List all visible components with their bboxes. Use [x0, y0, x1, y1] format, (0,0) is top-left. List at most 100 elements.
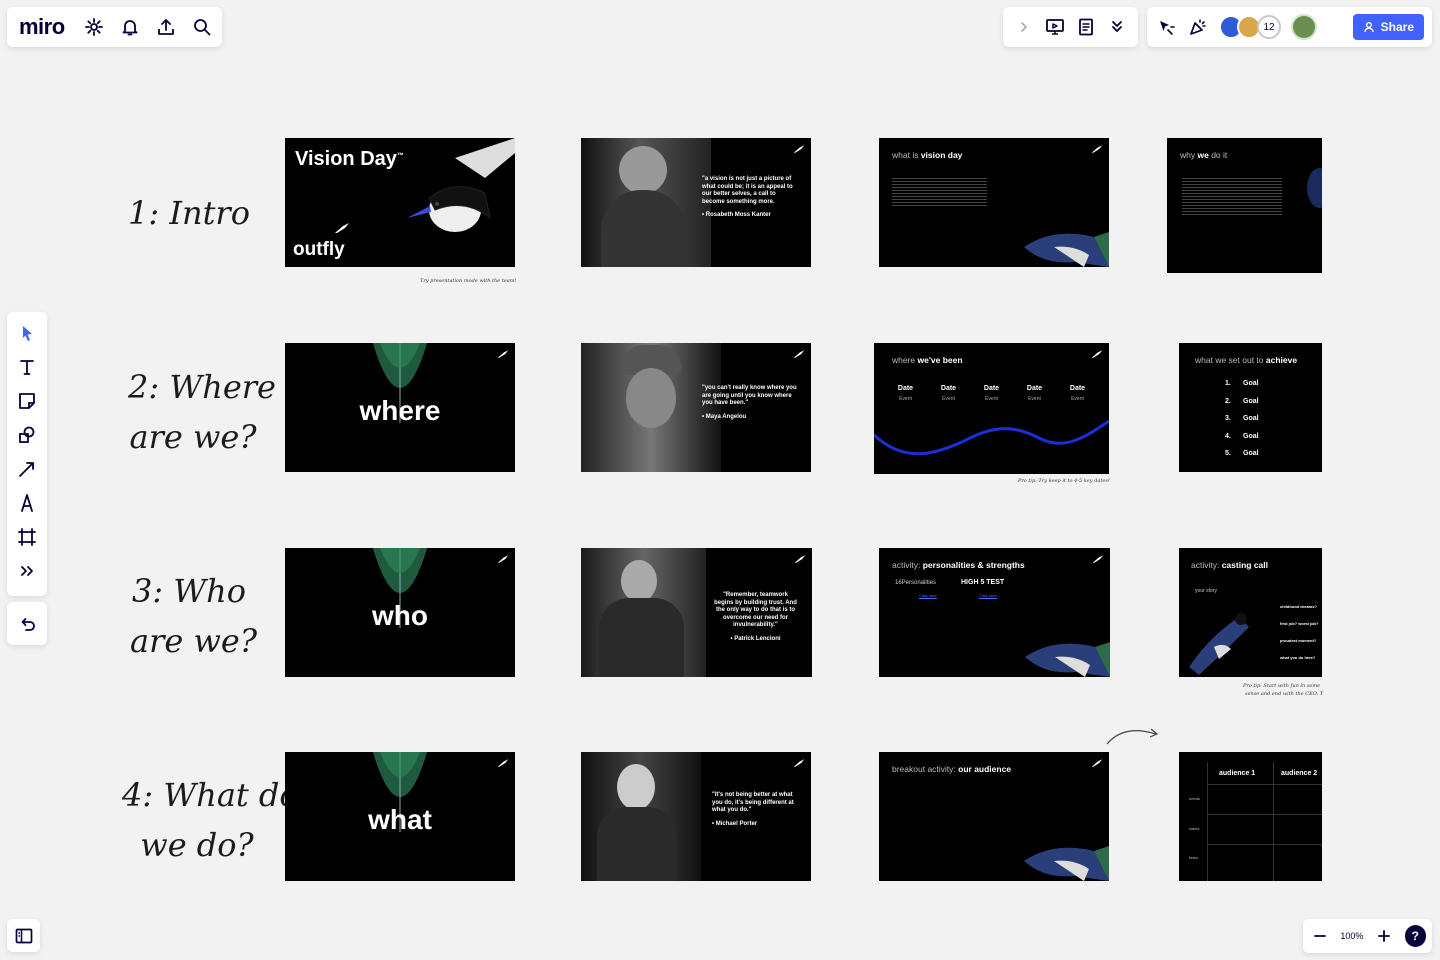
row-label-who[interactable]: 3: Who are we? [130, 566, 257, 666]
help-button[interactable]: ? [1404, 925, 1427, 947]
row-label: needs [1189, 796, 1200, 801]
slide-title: why we do it [1180, 150, 1227, 160]
zoom-in-plus-icon[interactable] [1373, 925, 1394, 947]
double-chevron-down-icon[interactable] [1106, 16, 1128, 38]
cursor-follow-icon[interactable] [1155, 16, 1177, 38]
slide-section-where[interactable]: where [285, 343, 515, 472]
export-upload-icon[interactable] [155, 16, 177, 38]
slide-section-what[interactable]: what [285, 752, 515, 881]
pen-draw-icon[interactable] [16, 492, 38, 514]
select-cursor-icon[interactable] [16, 322, 38, 344]
presentation-icon[interactable] [1044, 16, 1066, 38]
goal-number: 4. [1225, 432, 1231, 440]
title-prefix: why [1180, 150, 1198, 160]
magpie-logo-icon [794, 555, 806, 563]
link-high5[interactable]: Click here [979, 593, 997, 598]
connection-line-icon[interactable] [16, 458, 38, 480]
quote-text: "Remember, teamwork begins by building t… [714, 592, 797, 628]
curved-arrow-connector[interactable] [1104, 724, 1164, 748]
slide-activity-casting-call[interactable]: activity: casting call your story childh… [1179, 548, 1322, 677]
table-divider [1207, 814, 1322, 815]
goal-item: 4. Goal [1225, 428, 1259, 446]
collaborator-avatars[interactable]: 12 [1219, 15, 1281, 39]
sticky-note-icon[interactable] [16, 390, 38, 412]
speaker-face [626, 368, 676, 428]
slide-quote-porter[interactable]: "It's not being better at what you do, i… [581, 752, 811, 881]
miro-logo[interactable]: miro [19, 14, 65, 40]
sticky-note-text[interactable]: Try presentation mode with the team! [420, 278, 517, 284]
sticky-note-text[interactable]: Pro tip: Try keep it to 4-5 key dates! [1018, 478, 1110, 484]
goals-list: 1. Goal 2. Goal 3. Goal 4. Goal 5. Goal [1225, 375, 1259, 463]
slide-why-we-do-it[interactable]: why we do it [1167, 138, 1322, 273]
slide-audience-table[interactable]: audience 1 audience 2 needs wants fears [1179, 752, 1322, 881]
row-label-intro[interactable]: 1: Intro [128, 188, 250, 238]
collaborator-count-badge[interactable]: 12 [1257, 15, 1281, 39]
slide-what-is-vision-day[interactable]: what is vision day [879, 138, 1109, 267]
speaker-photo [581, 752, 701, 881]
goal-number: 3. [1225, 415, 1231, 422]
row-label-where[interactable]: 2: Where are we? [128, 362, 276, 462]
row-label-line: 2: Where [128, 368, 276, 406]
sidebar-toggle-icon[interactable] [13, 925, 35, 947]
shapes-icon[interactable] [16, 424, 38, 446]
board-panel-toggle[interactable] [7, 919, 40, 952]
row-label: fears [1189, 855, 1198, 860]
search-icon[interactable] [191, 16, 213, 38]
slide-quote-kanter[interactable]: "a vision is not just a picture of what … [581, 138, 811, 267]
sticky-note-text[interactable]: Pro tip: Start with fun in some [1243, 683, 1320, 689]
section-word: where [359, 394, 441, 426]
title-bold: vision day [920, 150, 963, 160]
slide-activity-personalities[interactable]: activity: personalities & strengths 16Pe… [879, 548, 1110, 677]
zoom-level[interactable]: 100% [1340, 931, 1363, 941]
title-prefix: activity: [892, 560, 923, 570]
quote-author: • Rosabeth Moss Kanter [702, 212, 771, 218]
goal-text: Goal [1243, 432, 1259, 440]
slide-section-who[interactable]: who [285, 548, 515, 677]
magpie-logo-icon [1091, 145, 1103, 153]
top-right-toolbar: 12 Share [1147, 7, 1432, 47]
goal-text: Goal [1243, 397, 1259, 405]
link-16personalities[interactable]: Click here [919, 593, 937, 598]
current-user-avatar[interactable] [1291, 14, 1317, 40]
question-item: childhood dreams? [1280, 604, 1317, 609]
zoom-out-minus-icon[interactable] [1309, 925, 1330, 947]
table-divider [1207, 784, 1322, 785]
zoom-controls: 100% ? [1303, 919, 1432, 953]
title-bold: we [1197, 150, 1209, 160]
slide-vision-day-cover[interactable]: Vision Day™ outfly [285, 138, 515, 267]
frame-icon[interactable] [16, 526, 38, 548]
goal-item: 5. Goal [1225, 445, 1259, 463]
row-label: wants [1189, 826, 1200, 831]
quote-author: • Patrick Lencioni [730, 635, 781, 642]
slide-where-weve-been[interactable]: where we've been Date Event Date Event Dat… [874, 343, 1109, 474]
slide-quote-lencioni[interactable]: "Remember, teamwork begins by building t… [581, 548, 812, 677]
quote-author: • Maya Angelou [702, 413, 747, 420]
speaker-silhouette [619, 146, 667, 194]
table-divider [1207, 844, 1322, 845]
column-header: audience 1 [1219, 770, 1256, 777]
text-tool-icon[interactable] [16, 356, 38, 378]
undo-icon[interactable] [16, 613, 38, 635]
speaker-body [599, 598, 684, 677]
title-bold: achieve [1265, 355, 1298, 365]
slide-title-text: Vision Day [295, 148, 397, 170]
body-text-placeholder [1182, 176, 1282, 216]
reactions-party-icon[interactable] [1187, 16, 1209, 38]
quote-text: "a vision is not just a picture of what … [702, 176, 793, 205]
section-word: who [372, 599, 428, 631]
quote-block: "you can't really know where you are goi… [702, 385, 797, 421]
slide-breakout-audience[interactable]: breakout activity: our audience [879, 752, 1109, 881]
question-item: first job? worst job? [1280, 621, 1319, 626]
more-tools-chevron-icon[interactable] [16, 560, 38, 582]
share-button[interactable]: Share [1352, 14, 1424, 40]
sticky-note-text[interactable]: sense and end with the CEO. T [1245, 691, 1323, 697]
chevron-right-icon[interactable] [1013, 16, 1035, 38]
row-label-what[interactable]: 4: What do we do? [122, 770, 299, 870]
settings-gear-icon[interactable] [83, 16, 105, 38]
goal-item: 1. Goal [1225, 375, 1259, 393]
slide-quote-angelou[interactable]: "you can't really know where you are goi… [581, 343, 811, 472]
slide-what-we-set-out-to-achieve[interactable]: what we set out to achieve 1. Goal 2. Goal… [1179, 343, 1322, 472]
notifications-bell-icon[interactable] [119, 16, 141, 38]
notes-document-icon[interactable] [1075, 16, 1097, 38]
goal-number: 2. [1225, 397, 1231, 405]
